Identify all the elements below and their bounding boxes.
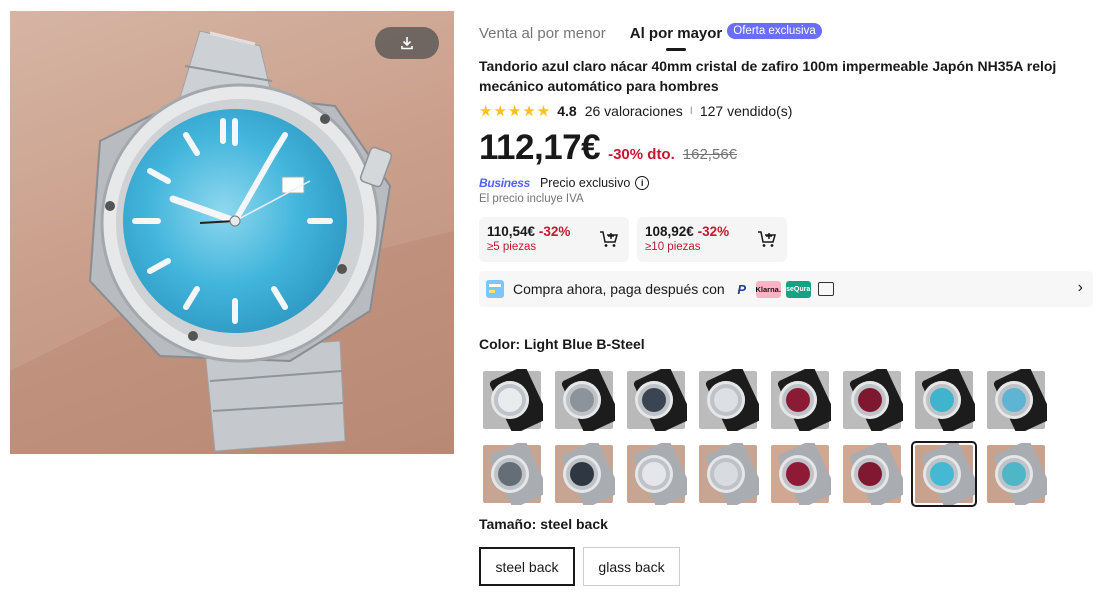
- watch-illustration: [10, 30, 454, 454]
- bnpl-text: Compra ahora, paga después con: [513, 281, 725, 297]
- rating-row[interactable]: ★★★★★ 4.8 26 valoraciones I 127 vendido(…: [479, 101, 792, 121]
- swatch-dial: [642, 462, 666, 486]
- swatch-dial: [858, 462, 882, 486]
- chevron-right-icon[interactable]: ›: [1078, 279, 1083, 297]
- color-swatch[interactable]: [911, 441, 977, 507]
- swatch-dial: [570, 388, 594, 412]
- paypal-logo: P: [737, 281, 747, 297]
- swatch-dial: [1002, 388, 1026, 412]
- swatch-dial: [1002, 462, 1026, 486]
- buy-now-pay-later-banner[interactable]: Compra ahora, paga después con P Klarna.…: [479, 271, 1093, 307]
- purchase-mode-tabs: Venta al por menor Al por mayor Oferta e…: [479, 18, 822, 51]
- color-swatch[interactable]: [841, 369, 903, 431]
- tier-price-card[interactable]: 108,92€ -32% ≥10 piezas: [637, 217, 787, 262]
- swatch-dial: [498, 388, 522, 412]
- color-swatch[interactable]: [625, 369, 687, 431]
- swatch-dial: [858, 388, 882, 412]
- tier-quantity: ≥10 piezas: [645, 241, 701, 253]
- product-title: Tandorio azul claro nácar 40mm cristal d…: [479, 58, 1057, 94]
- calendar-icon: [817, 282, 834, 296]
- price-row: 112,17€ -30% dto. 162,56€: [479, 128, 737, 168]
- tier-price-value: 108,92€: [645, 224, 694, 239]
- sequra-logo: seQura: [785, 280, 811, 298]
- download-button[interactable]: [375, 27, 439, 59]
- sold-count: 127 vendido(s): [699, 103, 793, 119]
- swatch-dial: [570, 462, 594, 486]
- color-swatch[interactable]: [769, 443, 831, 505]
- color-label: Color: Light Blue B-Steel: [479, 336, 645, 352]
- tier-discount: -32%: [538, 224, 571, 239]
- tab-wholesale[interactable]: Al por mayor: [630, 25, 722, 51]
- klarna-logo: Klarna.: [755, 280, 781, 298]
- color-swatch[interactable]: [985, 443, 1047, 505]
- exclusive-price-label: Precio exclusivo: [539, 176, 631, 190]
- color-swatch[interactable]: [481, 443, 543, 505]
- swatch-dial: [786, 462, 810, 486]
- add-to-cart-icon[interactable]: [757, 230, 777, 248]
- business-price-row: Business Precio exclusivo i: [479, 174, 650, 192]
- download-icon: [401, 37, 413, 50]
- swatch-dial: [786, 388, 810, 412]
- product-main-image[interactable]: [10, 11, 454, 454]
- tier-quantity: ≥5 piezas: [487, 241, 537, 253]
- tier-price-card[interactable]: 110,54€ -32% ≥5 piezas: [479, 217, 629, 262]
- reviews-count[interactable]: 26 valoraciones: [585, 103, 683, 119]
- tier-price: 108,92€ -32%: [645, 224, 729, 239]
- color-swatch[interactable]: [985, 369, 1047, 431]
- info-icon[interactable]: i: [635, 176, 650, 190]
- color-swatch[interactable]: [481, 369, 543, 431]
- separator: I: [689, 105, 693, 117]
- swatch-dial: [930, 462, 954, 486]
- color-swatch[interactable]: [841, 443, 903, 505]
- add-to-cart-icon[interactable]: [599, 230, 619, 248]
- swatch-dial: [930, 388, 954, 412]
- color-swatch[interactable]: [553, 443, 615, 505]
- current-price: 112,17€: [479, 128, 601, 167]
- exclusive-offer-badge: Oferta exclusiva: [727, 23, 822, 39]
- star-rating-icon: ★★★★★: [479, 103, 552, 120]
- color-swatch[interactable]: [553, 369, 615, 431]
- vat-note: El precio incluye IVA: [479, 193, 584, 205]
- tab-retail[interactable]: Venta al por menor: [479, 25, 606, 42]
- discount-label: -30% dto.: [608, 146, 675, 163]
- color-swatch[interactable]: [697, 369, 759, 431]
- swatch-dial: [642, 388, 666, 412]
- tier-price-value: 110,54€: [487, 224, 536, 239]
- size-option-glass-back[interactable]: glass back: [583, 547, 680, 586]
- wallet-icon: [486, 280, 504, 298]
- tier-discount: -32%: [697, 224, 730, 239]
- color-swatch[interactable]: [697, 443, 759, 505]
- swatch-dial: [714, 388, 738, 412]
- rating-value: 4.8: [557, 103, 577, 119]
- swatch-dial: [498, 462, 522, 486]
- color-swatch[interactable]: [625, 443, 687, 505]
- tier-price: 110,54€ -32%: [487, 224, 570, 239]
- color-swatch[interactable]: [769, 369, 831, 431]
- swatch-dial: [714, 462, 738, 486]
- size-label: Tamaño: steel back: [479, 516, 608, 532]
- size-option-steel-back[interactable]: steel back: [479, 547, 575, 586]
- business-logo: Business: [479, 176, 530, 190]
- color-swatch[interactable]: [913, 369, 975, 431]
- original-price: 162,56€: [682, 146, 738, 163]
